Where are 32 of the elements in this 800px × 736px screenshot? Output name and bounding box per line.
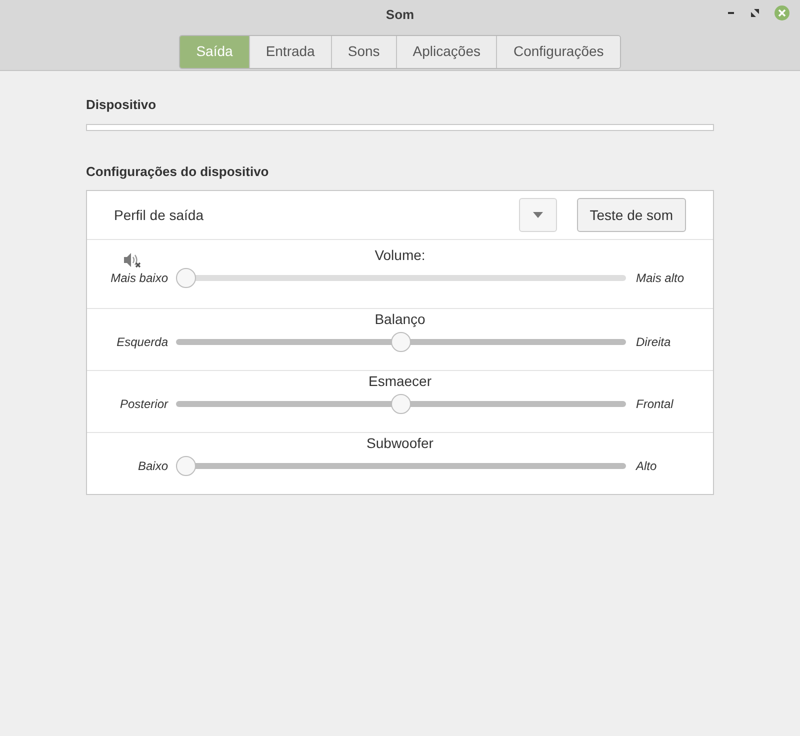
profile-dropdown[interactable] (518, 198, 557, 232)
close-icon[interactable] (774, 5, 790, 21)
test-sound-button[interactable]: Teste de som (576, 198, 686, 232)
slider-title: Esmaecer (368, 372, 432, 391)
slider[interactable] (176, 332, 626, 352)
tab[interactable]: Configurações (497, 36, 620, 68)
device-list[interactable] (86, 124, 714, 130)
section-heading: Configurações do dispositivo (86, 162, 270, 181)
maximize-icon[interactable] (750, 8, 760, 18)
slider-max-label: Direita (636, 335, 671, 349)
slider-handle[interactable] (176, 456, 196, 476)
slider-title: Volume: (374, 246, 426, 265)
tab[interactable]: Aplicações (396, 36, 498, 68)
tab[interactable]: Entrada (250, 36, 332, 68)
slider-title: Subwoofer (366, 434, 434, 453)
slider[interactable] (176, 456, 626, 476)
tab[interactable]: Sons (332, 36, 397, 68)
caret-icon (532, 212, 543, 218)
slider-min-label: Baixo (138, 459, 168, 473)
slider-max-label: Mais alto (636, 271, 684, 285)
window-title: Som (386, 6, 414, 24)
section-heading: Dispositivo (86, 96, 158, 114)
slider-min-label: Posterior (120, 397, 168, 411)
slider[interactable] (176, 394, 626, 414)
slider-max-label: Alto (636, 459, 657, 473)
slider-handle[interactable] (391, 394, 411, 414)
profile-label: Perfil de saída (114, 206, 204, 224)
slider-handle[interactable] (391, 332, 411, 352)
slider-min-label: Mais baixo (110, 271, 168, 285)
slider-title: Balanço (374, 310, 426, 329)
slider-min-label: Esquerda (116, 335, 168, 349)
slider-max-label: Frontal (636, 397, 674, 411)
